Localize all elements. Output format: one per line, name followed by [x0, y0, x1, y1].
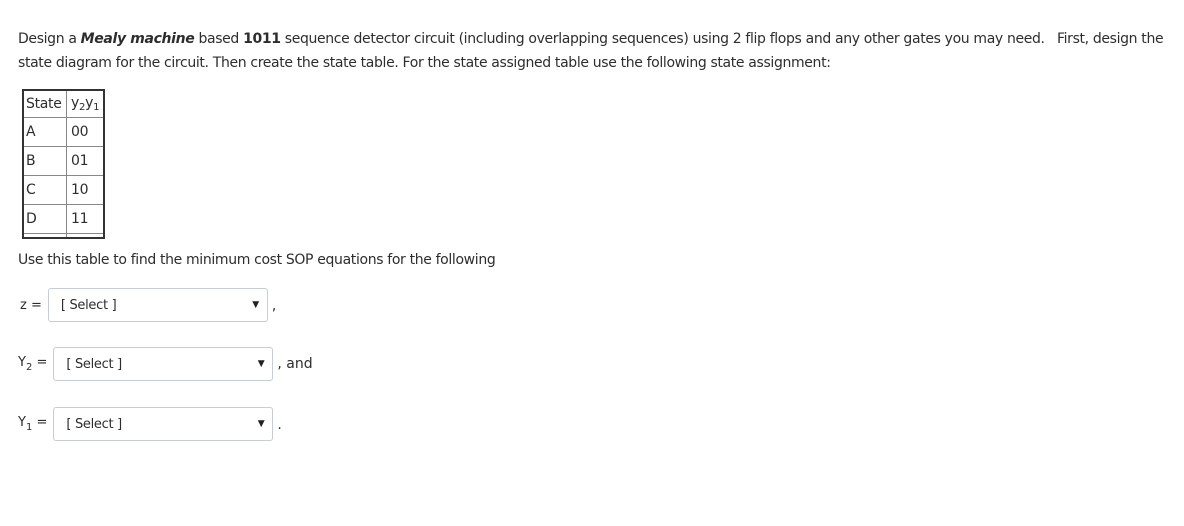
header-y1: y: [85, 95, 94, 111]
table-row: C 10: [22, 175, 105, 205]
y1-select[interactable]: [ Select ] ▼: [53, 407, 274, 441]
question-line-2: state diagram for the circuit. Then crea…: [18, 54, 831, 71]
equation-row-y1: Y1 = [ Select ] ▼ .: [18, 407, 282, 441]
mealy-machine-emphasis: Mealy machine: [80, 31, 195, 47]
suffix-period: .: [277, 417, 282, 433]
instruction-text: Use this table to find the minimum cost …: [18, 252, 496, 268]
empty-cell: [66, 233, 105, 239]
equation-row-y2: Y2 = [ Select ] ▼ , and: [18, 347, 313, 381]
label-equals: =: [26, 297, 42, 313]
label-var: Y: [18, 415, 26, 430]
z-select-value: [ Select ]: [60, 297, 117, 313]
code-cell: 10: [66, 175, 105, 205]
code-cell: 11: [66, 204, 105, 234]
state-cell: A: [22, 117, 67, 147]
caret-down-icon: ▼: [252, 300, 259, 310]
z-select[interactable]: [ Select ] ▼: [47, 288, 268, 322]
table-row: D 11: [22, 204, 105, 234]
question-text-segment: Design a: [18, 31, 81, 47]
suffix-and: , and: [277, 356, 313, 372]
empty-cell: [22, 233, 67, 239]
question-text: Design a Mealy machine based 1011 sequen…: [18, 28, 1178, 75]
suffix-comma: ,: [271, 298, 277, 314]
label-equals: =: [32, 355, 48, 370]
header-y2: y: [71, 95, 79, 111]
y1-select-value: [ Select ]: [66, 416, 122, 432]
state-assignment-table: State y2y1 A 00 B 01 C 10 D 11: [22, 89, 105, 239]
header-y2y1: y2y1: [66, 89, 105, 118]
y2-select[interactable]: [ Select ] ▼: [53, 347, 274, 381]
table-row: B 01: [22, 146, 105, 176]
question-line-1: Design a Mealy machine based 1011 sequen…: [18, 28, 1178, 52]
caret-down-icon: ▼: [257, 419, 265, 429]
label-equals: =: [32, 415, 48, 430]
state-cell: D: [22, 204, 67, 234]
header-state: State: [22, 89, 67, 118]
equation-row-z: z = [ Select ] ▼ ,: [20, 288, 276, 322]
equation-label-z: z =: [20, 298, 42, 313]
table-header-row: State y2y1: [22, 89, 105, 118]
question-text-segment: sequence detector circuit (including ove…: [280, 31, 1164, 47]
table-row: A 00: [22, 117, 105, 147]
state-cell: C: [22, 175, 67, 205]
equation-label-y2: Y2 =: [18, 355, 47, 373]
label-var: Y: [18, 355, 26, 370]
question-text-segment: based: [194, 31, 244, 47]
sequence-bold: 1011: [243, 31, 281, 47]
state-cell: B: [22, 146, 67, 176]
code-cell: 01: [66, 146, 105, 176]
y2-select-value: [ Select ]: [66, 356, 122, 372]
equation-label-y1: Y1 =: [18, 415, 47, 433]
header-y1-sub: 1: [93, 102, 100, 113]
table-empty-row: [22, 233, 105, 239]
label-var: z: [20, 297, 27, 313]
caret-down-icon: ▼: [257, 359, 265, 369]
code-cell: 00: [66, 117, 105, 147]
